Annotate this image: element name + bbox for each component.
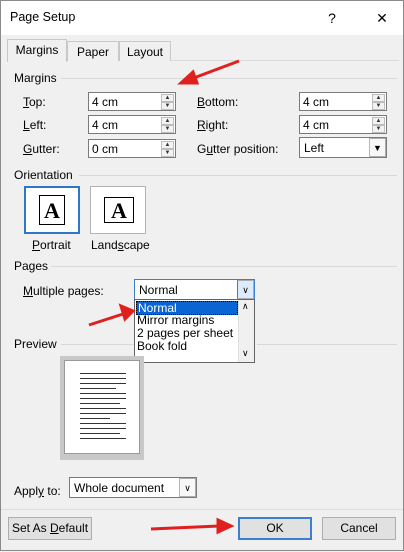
annotation-arrowhead-ok <box>216 517 235 535</box>
annotation-arrowhead-margins <box>177 69 200 85</box>
annotation-arrowhead-dropdown <box>118 303 136 322</box>
annotation-arrow-dropdown <box>88 312 124 327</box>
tab-margins-label: Margins <box>15 43 59 57</box>
annotation-arrow-margins <box>190 59 240 81</box>
tab-margins[interactable]: Margins <box>7 39 67 62</box>
annotation-arrow-ok <box>150 524 220 531</box>
annotation-arrows <box>88 59 240 535</box>
page-setup-dialog: Page Setup ? ✕ Margins Paper Layout Marg… <box>0 0 404 551</box>
